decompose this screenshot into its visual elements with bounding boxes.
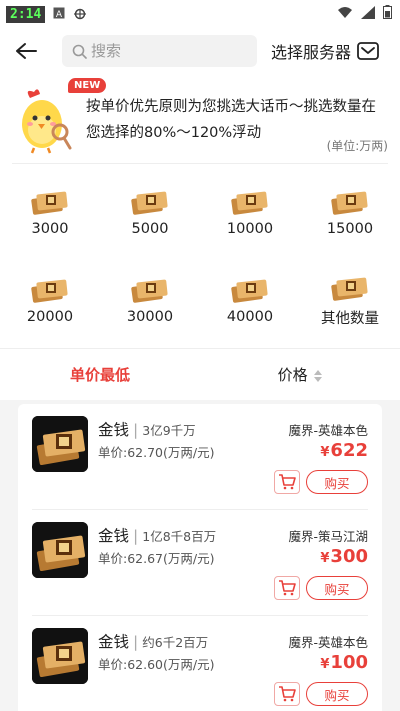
add-to-cart-button[interactable] <box>274 682 300 706</box>
separator: | <box>133 633 139 651</box>
sort-bar: 单价最低 价格 <box>0 348 400 400</box>
item-name: 金钱 <box>98 633 130 651</box>
listing-list: 金钱 | 3亿9千万 单价:62.70(万两/元) 魔界-英雄本色 ¥622 购买 … <box>18 404 382 711</box>
signal-icon <box>361 5 375 23</box>
money-bundle-icon <box>231 191 268 215</box>
amount-option-5000[interactable]: 5000 <box>100 168 200 256</box>
price-value: 100 <box>330 652 368 673</box>
bug-icon <box>73 6 87 23</box>
server-name: 魔界-英雄本色 <box>288 423 368 438</box>
item-quantity: 1亿8千8百万 <box>142 529 217 544</box>
buy-button[interactable]: 购买 <box>306 682 368 706</box>
unit-price: 单价:62.70(万两/元) <box>98 445 215 460</box>
price: ¥100 <box>320 652 368 673</box>
currency-symbol: ¥ <box>320 445 330 460</box>
back-button[interactable] <box>10 35 42 67</box>
amount-option-40000[interactable]: 40000 <box>200 256 300 344</box>
amount-label: 20000 <box>26 309 74 325</box>
tab-price-label: 价格 <box>277 366 308 384</box>
buy-button[interactable]: 购买 <box>306 576 368 600</box>
cart-icon <box>279 686 296 702</box>
arrow-left-icon <box>16 43 37 59</box>
price: ¥300 <box>320 546 368 567</box>
mail-icon <box>357 42 379 60</box>
server-name: 魔界-英雄本色 <box>288 635 368 650</box>
amount-option-30000[interactable]: 30000 <box>100 256 200 344</box>
amount-label: 3000 <box>31 221 69 237</box>
price: ¥622 <box>320 440 368 461</box>
amount-label: 15000 <box>326 221 374 237</box>
money-bundle-icon <box>31 279 68 303</box>
list-item[interactable]: 金钱 | 3亿9千万 单价:62.70(万两/元) 魔界-英雄本色 ¥622 购买 <box>32 404 368 510</box>
item-title: 金钱 | 1亿8千8百万 <box>98 524 216 546</box>
new-badge: NEW <box>68 78 107 93</box>
item-title: 金钱 | 3亿9千万 <box>98 418 196 440</box>
amount-label: 30000 <box>126 309 174 325</box>
cart-icon <box>279 580 296 596</box>
notice-panel: NEW 按单价优先原则为您挑选大话币～挑选数量在您选择的80%～120%浮动 (… <box>0 74 400 164</box>
price-value: 300 <box>330 546 368 567</box>
money-bundle-icon <box>331 191 368 215</box>
item-quantity: 3亿9千万 <box>142 423 196 438</box>
tab-price[interactable]: 价格 <box>200 364 400 385</box>
add-to-cart-button[interactable] <box>274 470 300 494</box>
add-to-cart-button[interactable] <box>274 576 300 600</box>
money-bundle-icon <box>31 191 68 215</box>
search-icon <box>72 44 87 59</box>
tab-lowest-unit-price[interactable]: 单价最低 <box>0 364 200 385</box>
item-name: 金钱 <box>98 527 130 545</box>
list-item[interactable]: 金钱 | 约6千2百万 单价:62.60(万两/元) 魔界-英雄本色 ¥100 购买 <box>32 616 368 711</box>
amount-option-3000[interactable]: 3000 <box>0 168 100 256</box>
status-time: 2:14 <box>6 5 46 23</box>
wifi-icon <box>337 6 353 23</box>
amount-label: 40000 <box>226 309 274 325</box>
price-value: 622 <box>330 440 368 461</box>
unit-price: 单价:62.67(万两/元) <box>98 551 215 566</box>
gold-coin-thumbnail <box>32 522 88 578</box>
sort-arrows-icon <box>314 369 323 382</box>
search-box[interactable] <box>62 35 257 67</box>
item-name: 金钱 <box>98 421 130 439</box>
amount-option-15000[interactable]: 15000 <box>300 168 400 256</box>
gold-coin-thumbnail <box>32 416 88 472</box>
amount-option-10000[interactable]: 10000 <box>200 168 300 256</box>
list-item[interactable]: 金钱 | 1亿8千8百万 单价:62.67(万两/元) 魔界-策马江湖 ¥300 购… <box>32 510 368 616</box>
amount-option-20000[interactable]: 20000 <box>0 256 100 344</box>
battery-icon <box>383 5 392 23</box>
money-bundle-icon <box>131 279 168 303</box>
separator: | <box>133 527 139 545</box>
buy-button[interactable]: 购买 <box>306 470 368 494</box>
separator: | <box>133 421 139 439</box>
notification-a-icon: A <box>53 7 65 22</box>
chick-mascot-icon <box>18 84 78 154</box>
search-input[interactable] <box>91 42 231 60</box>
amount-grid: 3000 5000 10000 15000 20000 30000 40000 … <box>0 164 400 348</box>
select-server-button[interactable]: 选择服务器 <box>271 39 379 63</box>
amount-label: 10000 <box>226 221 274 237</box>
money-bundle-icon <box>331 277 368 301</box>
amount-label: 其他数量 <box>321 310 379 327</box>
item-title: 金钱 | 约6千2百万 <box>98 630 208 652</box>
item-quantity: 约6千2百万 <box>142 635 209 650</box>
status-bar: 2:14 A <box>0 0 400 28</box>
svg-text:A: A <box>56 10 63 19</box>
money-bundle-icon <box>131 191 168 215</box>
amount-option-other[interactable]: 其他数量 <box>300 256 400 344</box>
divider <box>12 163 388 164</box>
money-bundle-icon <box>231 279 268 303</box>
currency-symbol: ¥ <box>320 551 330 566</box>
amount-label: 5000 <box>131 221 169 237</box>
unit-label: (单位:万两) <box>326 139 388 153</box>
currency-symbol: ¥ <box>320 657 330 672</box>
gold-coin-thumbnail <box>32 628 88 684</box>
cart-icon <box>279 474 296 490</box>
server-name: 魔界-策马江湖 <box>288 529 368 544</box>
top-bar: 选择服务器 <box>0 28 400 74</box>
unit-price: 单价:62.60(万两/元) <box>98 657 215 672</box>
select-server-label: 选择服务器 <box>271 43 352 62</box>
